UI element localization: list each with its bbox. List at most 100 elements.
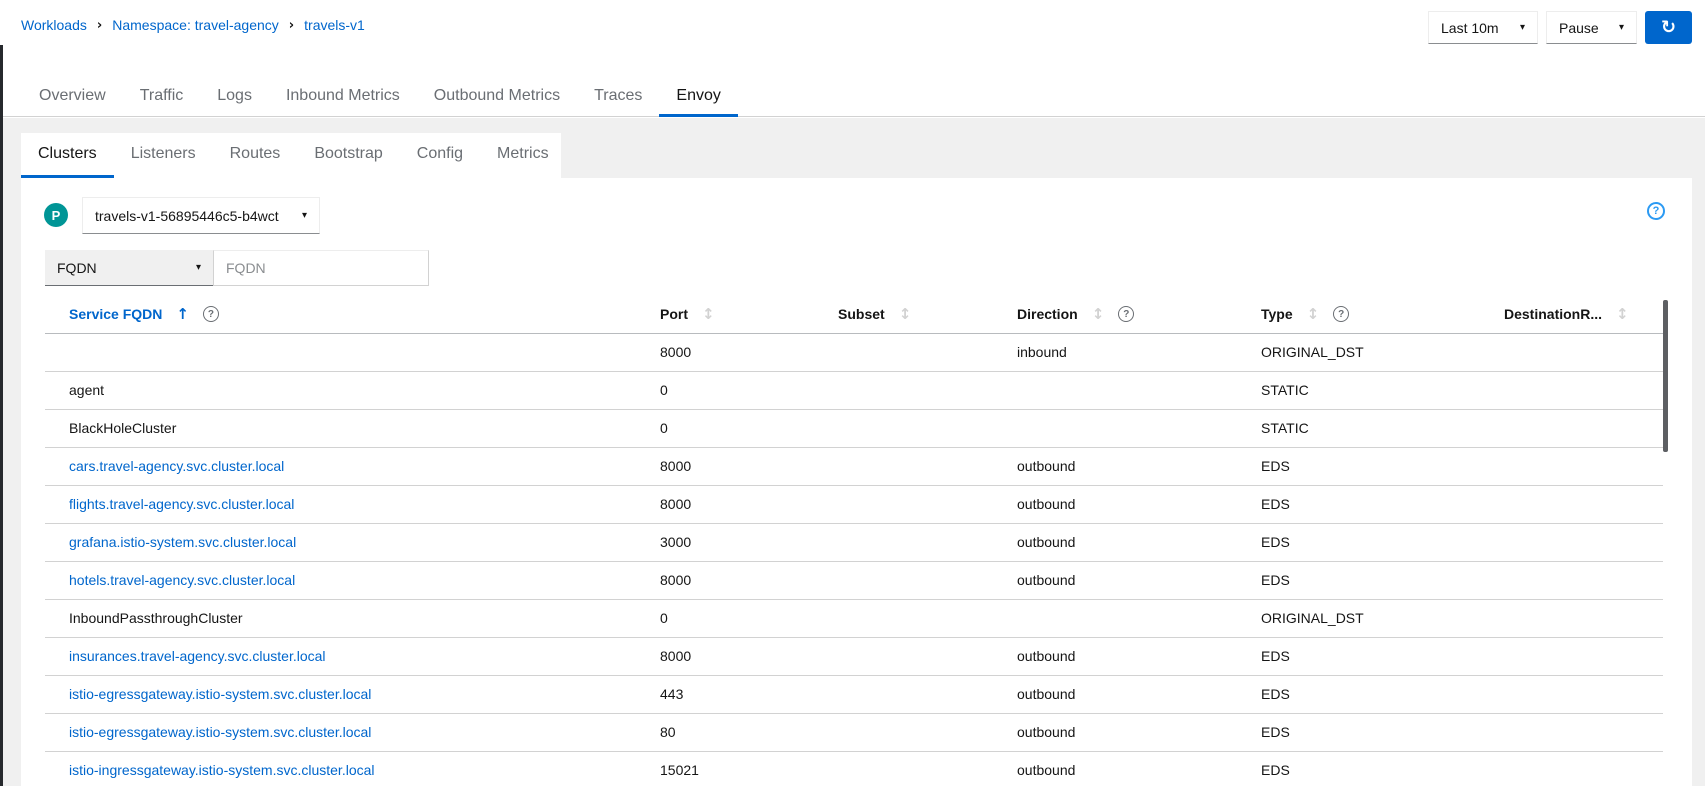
cell-subset bbox=[838, 561, 1017, 600]
service-fqdn-link[interactable]: insurances.travel-agency.svc.cluster.loc… bbox=[69, 648, 326, 664]
cell-service-fqdn: agent bbox=[45, 371, 660, 410]
column-header-subset[interactable]: Subset ↕ bbox=[838, 296, 1017, 334]
table-body: 8000 inbound ORIGINAL_DST agent 0 STATIC Black… bbox=[45, 333, 1663, 786]
cell-destination-rule bbox=[1504, 333, 1663, 372]
column-help-icon[interactable]: ? bbox=[1333, 306, 1350, 323]
sort-icon[interactable]: ↕ bbox=[1307, 305, 1320, 323]
cell-direction: outbound bbox=[1017, 637, 1261, 676]
sync-icon: ↻ bbox=[1660, 16, 1677, 38]
column-header-inner: Subset ↕ bbox=[838, 305, 1017, 323]
envoy-subtabs: Clusters Listeners Routes Bootstrap Config Me… bbox=[21, 133, 561, 178]
column-header-port[interactable]: Port ↕ bbox=[660, 296, 838, 334]
cell-destination-rule bbox=[1504, 447, 1663, 486]
sort-icon[interactable]: ↕ bbox=[899, 305, 912, 323]
tab-overview[interactable]: Overview bbox=[22, 75, 123, 117]
cell-port: 0 bbox=[660, 371, 838, 410]
sort-icon[interactable]: ↕ bbox=[1616, 305, 1629, 323]
subtab-clusters[interactable]: Clusters bbox=[21, 133, 114, 178]
cell-port: 80 bbox=[660, 713, 838, 752]
service-fqdn-link[interactable]: hotels.travel-agency.svc.cluster.local bbox=[69, 572, 295, 588]
cell-destination-rule bbox=[1504, 371, 1663, 410]
breadcrumb-link-travels-v1[interactable]: travels-v1 bbox=[304, 17, 365, 33]
tab-envoy[interactable]: Envoy bbox=[659, 75, 738, 117]
cell-type: EDS bbox=[1261, 713, 1504, 752]
filter-type-select[interactable]: FQDN ▾ bbox=[45, 250, 213, 286]
cell-port: 8000 bbox=[660, 485, 838, 524]
subtab-listeners[interactable]: Listeners bbox=[114, 133, 213, 178]
refresh-button[interactable]: ↻ bbox=[1645, 11, 1692, 44]
tab-traffic[interactable]: Traffic bbox=[123, 75, 201, 117]
column-header-inner: Port ↕ bbox=[660, 305, 838, 323]
cell-destination-rule bbox=[1504, 523, 1663, 562]
subtab-bootstrap[interactable]: Bootstrap bbox=[297, 133, 399, 178]
column-header-inner: Service FQDN ↑? bbox=[69, 305, 660, 323]
subtab-metrics[interactable]: Metrics bbox=[480, 133, 566, 178]
cell-service-fqdn: istio-egressgateway.istio-system.svc.clu… bbox=[45, 675, 660, 714]
sort-ascending-icon[interactable]: ↑ bbox=[176, 305, 189, 323]
column-header-inner: Direction ↕? bbox=[1017, 305, 1261, 323]
caret-down-icon: ▾ bbox=[1519, 22, 1525, 33]
column-header-type[interactable]: Type ↕? bbox=[1261, 296, 1504, 334]
cell-subset bbox=[838, 485, 1017, 524]
service-fqdn-link[interactable]: istio-ingressgateway.istio-system.svc.cl… bbox=[69, 762, 375, 778]
column-label: Subset bbox=[838, 306, 885, 323]
tab-inbound-metrics[interactable]: Inbound Metrics bbox=[269, 75, 417, 117]
column-label: Direction bbox=[1017, 306, 1078, 323]
service-fqdn-link[interactable]: cars.travel-agency.svc.cluster.local bbox=[69, 458, 284, 474]
cell-service-fqdn: InboundPassthroughCluster bbox=[45, 599, 660, 638]
service-fqdn-link[interactable]: grafana.istio-system.svc.cluster.local bbox=[69, 534, 296, 550]
cell-destination-rule bbox=[1504, 561, 1663, 600]
cell-port: 0 bbox=[660, 599, 838, 638]
table-row: grafana.istio-system.svc.cluster.local 30… bbox=[45, 523, 1663, 562]
column-help-icon[interactable]: ? bbox=[202, 306, 219, 323]
cell-type: STATIC bbox=[1261, 371, 1504, 410]
table-row: agent 0 STATIC bbox=[45, 371, 1663, 410]
cell-subset bbox=[838, 409, 1017, 448]
cell-port: 8000 bbox=[660, 333, 838, 372]
cell-service-fqdn: insurances.travel-agency.svc.cluster.loc… bbox=[45, 637, 660, 676]
cell-direction bbox=[1017, 371, 1261, 410]
table-scrollbar[interactable] bbox=[1663, 300, 1668, 452]
sidebar-edge bbox=[0, 45, 3, 786]
cell-service-fqdn: cars.travel-agency.svc.cluster.local bbox=[45, 447, 660, 486]
service-fqdn-link[interactable]: istio-egressgateway.istio-system.svc.clu… bbox=[69, 686, 371, 702]
service-fqdn-link[interactable]: istio-egressgateway.istio-system.svc.clu… bbox=[69, 724, 371, 740]
sort-icon[interactable]: ↕ bbox=[702, 305, 715, 323]
pod-select[interactable]: travels-v1-56895446c5-b4wct ▾ bbox=[82, 197, 320, 234]
subtab-config[interactable]: Config bbox=[400, 133, 480, 178]
cell-destination-rule bbox=[1504, 675, 1663, 714]
cell-direction: outbound bbox=[1017, 523, 1261, 562]
column-header-destinationr[interactable]: DestinationR... ↕ bbox=[1504, 296, 1663, 334]
cell-destination-rule bbox=[1504, 409, 1663, 448]
refresh-mode-select[interactable]: Pause ▾ bbox=[1546, 11, 1637, 44]
help-icon[interactable]: ? bbox=[1647, 202, 1665, 220]
service-fqdn-link[interactable]: flights.travel-agency.svc.cluster.local bbox=[69, 496, 294, 512]
column-header-service-fqdn[interactable]: Service FQDN ↑? bbox=[45, 296, 660, 334]
sort-icon[interactable]: ↕ bbox=[1092, 305, 1105, 323]
column-header-direction[interactable]: Direction ↕? bbox=[1017, 296, 1261, 334]
cell-port: 443 bbox=[660, 675, 838, 714]
tab-logs[interactable]: Logs bbox=[200, 75, 269, 117]
breadcrumb-link-workloads[interactable]: Workloads bbox=[21, 17, 87, 33]
breadcrumb-link-namespace-travel-agency[interactable]: Namespace: travel-agency bbox=[112, 17, 279, 33]
cell-port: 3000 bbox=[660, 523, 838, 562]
tab-traces[interactable]: Traces bbox=[577, 75, 659, 117]
cell-service-fqdn: istio-ingressgateway.istio-system.svc.cl… bbox=[45, 751, 660, 786]
cell-service-fqdn: grafana.istio-system.svc.cluster.local bbox=[45, 523, 660, 562]
column-help-icon[interactable]: ? bbox=[1118, 306, 1135, 323]
envoy-clusters-card: P travels-v1-56895446c5-b4wct ▾ ? FQDN ▾… bbox=[21, 178, 1692, 786]
table-row: istio-egressgateway.istio-system.svc.clu… bbox=[45, 713, 1663, 752]
table-row: istio-ingressgateway.istio-system.svc.cl… bbox=[45, 751, 1663, 786]
service-fqdn-text: agent bbox=[69, 382, 105, 398]
cell-destination-rule bbox=[1504, 599, 1663, 638]
tab-outbound-metrics[interactable]: Outbound Metrics bbox=[417, 75, 577, 117]
refresh-toolbar: Last 10m ▾ Pause ▾ ↻ bbox=[1428, 11, 1692, 44]
filter-input[interactable] bbox=[213, 250, 429, 286]
page: Workloads › Namespace: travel-agency › trave… bbox=[0, 0, 1705, 786]
table-row: insurances.travel-agency.svc.cluster.loc… bbox=[45, 637, 1663, 676]
cell-subset bbox=[838, 447, 1017, 486]
service-fqdn-text: InboundPassthroughCluster bbox=[69, 610, 243, 626]
column-header-inner: Type ↕? bbox=[1261, 305, 1504, 323]
duration-select[interactable]: Last 10m ▾ bbox=[1428, 11, 1538, 44]
subtab-routes[interactable]: Routes bbox=[213, 133, 298, 178]
